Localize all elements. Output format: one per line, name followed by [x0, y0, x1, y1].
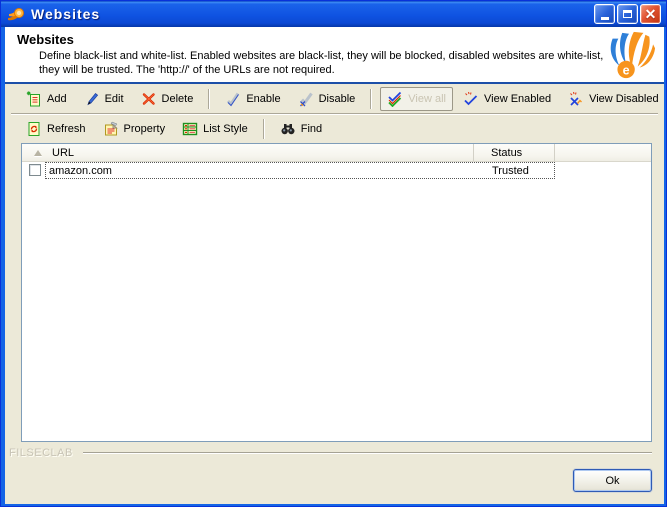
toolbar-row-2: Refresh Property — [5, 115, 664, 143]
ok-button[interactable]: Ok — [573, 469, 652, 492]
delete-icon — [141, 91, 157, 107]
view-enabled-icon — [463, 91, 479, 107]
status-column-label: Status — [491, 147, 522, 159]
view-all-icon — [387, 91, 403, 107]
close-button[interactable]: ✕ — [640, 4, 661, 24]
edit-label: Edit — [105, 93, 124, 105]
close-icon: ✕ — [645, 7, 657, 21]
description-line-1: Define black-list and white-list. Enable… — [39, 49, 603, 63]
caption-buttons: ✕ — [594, 4, 661, 24]
property-icon — [103, 121, 119, 137]
statusbar-divider — [83, 452, 652, 454]
list-style-label: List Style — [203, 123, 248, 135]
websites-dialog: Websites ✕ Websites Define black-list an… — [0, 0, 667, 507]
description-line-2: they will be trusted. The 'http://' of t… — [39, 63, 603, 77]
page-title: Websites — [17, 32, 74, 47]
url-column-label: URL — [52, 147, 74, 159]
refresh-icon — [26, 121, 42, 137]
view-enabled-label: View Enabled — [484, 93, 551, 105]
enable-icon — [225, 91, 241, 107]
toolbar-separator — [370, 89, 372, 109]
list-row-amazon[interactable]: amazon.com Trusted — [22, 162, 651, 180]
row-url-text: amazon.com — [49, 165, 112, 177]
toolbar-separator — [208, 89, 210, 109]
filseclab-logo: e — [602, 29, 656, 81]
window-title: Websites — [31, 6, 100, 22]
disable-icon — [298, 91, 314, 107]
websites-list: URL Status amazon.com Trusted — [21, 143, 652, 442]
disable-button[interactable]: Disable — [291, 87, 363, 111]
find-label: Find — [301, 123, 322, 135]
sort-ascending-icon — [34, 150, 42, 156]
refresh-label: Refresh — [47, 123, 86, 135]
add-icon — [26, 91, 42, 107]
list-header: URL Status — [22, 144, 651, 162]
minimize-button[interactable] — [594, 4, 615, 24]
maximize-button[interactable] — [617, 4, 638, 24]
enable-label: Enable — [246, 93, 280, 105]
edit-icon — [84, 91, 100, 107]
property-label: Property — [124, 123, 166, 135]
view-disabled-label: View Disabled — [589, 93, 659, 105]
row-focus-rect: amazon.com Trusted — [45, 162, 555, 179]
list-style-icon — [182, 121, 198, 137]
titlebar[interactable]: Websites ✕ — [1, 1, 666, 27]
logo-letter: e — [623, 63, 630, 77]
list-style-button[interactable]: List Style — [175, 117, 255, 141]
view-enabled-button[interactable]: View Enabled — [456, 87, 558, 111]
brand-watermark: FILSECLAB — [9, 447, 73, 459]
view-disabled-button[interactable]: View Disabled — [561, 87, 666, 111]
add-label: Add — [47, 93, 67, 105]
view-all-button[interactable]: View all — [380, 87, 453, 111]
enable-button[interactable]: Enable — [218, 87, 287, 111]
app-flame-icon — [6, 5, 26, 23]
minimize-icon — [601, 17, 609, 20]
refresh-button[interactable]: Refresh — [19, 117, 93, 141]
add-button[interactable]: Add — [19, 87, 74, 111]
property-button[interactable]: Property — [96, 117, 173, 141]
delete-label: Delete — [162, 93, 194, 105]
column-header-url[interactable]: URL — [22, 144, 474, 161]
dialog-body: Websites Define black-list and white-lis… — [5, 27, 664, 504]
find-icon — [280, 121, 296, 137]
page-description: Define black-list and white-list. Enable… — [39, 49, 603, 77]
header-band: Websites Define black-list and white-lis… — [5, 27, 664, 84]
disable-label: Disable — [319, 93, 356, 105]
ok-label: Ok — [605, 475, 619, 487]
toolbar-separator — [263, 119, 265, 139]
maximize-icon — [623, 10, 632, 18]
row-checkbox[interactable] — [29, 164, 41, 176]
statusbar: FILSECLAB — [9, 446, 652, 460]
view-all-label: View all — [408, 93, 446, 105]
delete-button[interactable]: Delete — [134, 87, 201, 111]
find-button[interactable]: Find — [273, 117, 329, 141]
column-header-status[interactable]: Status — [474, 144, 555, 161]
toolbar-row-1: Add Edit Delete — [5, 85, 664, 113]
edit-button[interactable]: Edit — [77, 87, 131, 111]
column-header-filler — [555, 144, 651, 161]
row-status-text: Trusted — [492, 165, 529, 177]
view-disabled-icon — [568, 91, 584, 107]
